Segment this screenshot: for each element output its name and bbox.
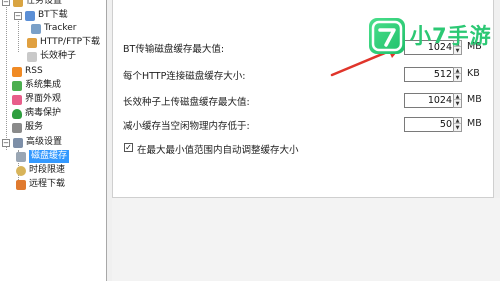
watermark-text: 小7手游	[410, 24, 492, 48]
watermark-logo-icon	[369, 18, 405, 54]
